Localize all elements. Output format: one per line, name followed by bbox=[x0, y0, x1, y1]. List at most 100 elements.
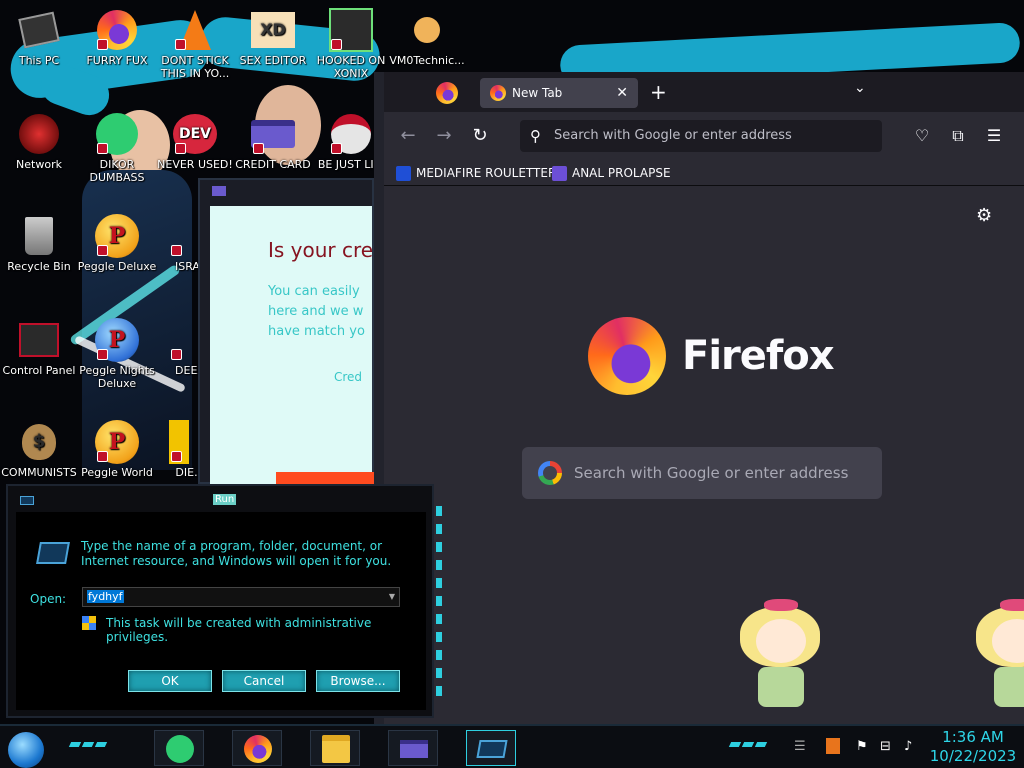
new-tab-page: ⚙ Firefox Search with Google or enter ad… bbox=[384, 187, 1024, 724]
list-all-tabs-button[interactable]: ⌄ bbox=[854, 80, 866, 96]
generic-app-icon bbox=[169, 420, 189, 464]
ok-button[interactable]: OK bbox=[128, 670, 212, 692]
volume-icon[interactable]: ♪ bbox=[904, 739, 912, 754]
desktop-icon-vm0technic[interactable]: VM0Technic... bbox=[385, 8, 469, 67]
bookmark-anal-prolapse[interactable]: ANAL PROLAPSE bbox=[552, 164, 671, 182]
peggle-icon: P bbox=[95, 420, 139, 464]
run-dialog: Run Type the name of a program, folder, … bbox=[6, 484, 442, 718]
taskbar-app-file-explorer[interactable] bbox=[310, 730, 360, 766]
desktop-icon-credit-card[interactable]: CREDIT CARD bbox=[231, 112, 315, 171]
tab-bar: New Tab ✕ + ⌄ bbox=[384, 72, 1024, 112]
desktop-icon-dikor-dumbass[interactable]: DIKOR DUMBASS bbox=[75, 112, 159, 184]
money-bag-icon: $ bbox=[17, 420, 61, 464]
search-input[interactable]: Search with Google or enter address bbox=[522, 447, 882, 499]
folder-icon bbox=[322, 735, 350, 763]
reload-button[interactable]: ↻ bbox=[466, 122, 494, 150]
open-input-value[interactable]: fydhyf bbox=[87, 590, 124, 603]
firefox-wordmark: Firefox bbox=[682, 333, 835, 379]
pocket-icon[interactable]: ♡ bbox=[910, 124, 934, 148]
star-butterfly-sticker bbox=[734, 597, 826, 723]
run-window-icon bbox=[20, 496, 34, 505]
desktop-icon-this-pc[interactable]: This PC bbox=[0, 8, 81, 67]
teal-frame-accent bbox=[436, 506, 442, 696]
background-window[interactable]: Is your cre You can easily here and we w… bbox=[198, 178, 374, 486]
firefox-window: New Tab ✕ + ⌄ ← → ↻ ⚲ Search with Google… bbox=[374, 72, 1024, 724]
run-description: Type the name of a program, folder, docu… bbox=[81, 539, 392, 568]
action-center-flag-icon[interactable]: ⚑ bbox=[856, 739, 868, 754]
desktop-icon-network[interactable]: Network bbox=[0, 112, 81, 171]
taskbar-app-chat[interactable] bbox=[154, 730, 204, 766]
firefox-icon bbox=[244, 735, 272, 763]
bookmarks-toolbar: MEDIAFIRE ROULETTER ANAL PROLAPSE bbox=[384, 160, 1024, 186]
url-bar[interactable]: ⚲ Search with Google or enter address bbox=[520, 120, 882, 152]
technician-person-icon bbox=[405, 8, 449, 52]
green-chat-icon bbox=[95, 112, 139, 156]
run-body: Type the name of a program, folder, docu… bbox=[16, 512, 426, 710]
computer-icon bbox=[17, 8, 61, 52]
open-combobox[interactable]: fydhyf ▼ bbox=[82, 587, 400, 607]
credit-link[interactable]: Cred bbox=[334, 370, 362, 384]
new-tab-button[interactable]: + bbox=[650, 78, 667, 106]
uac-shield-icon bbox=[82, 616, 96, 630]
credit-card-icon bbox=[400, 740, 428, 758]
back-button[interactable]: ← bbox=[394, 122, 422, 150]
url-placeholder: Search with Google or enter address bbox=[554, 128, 792, 143]
cancel-button[interactable]: Cancel bbox=[222, 670, 306, 692]
search-placeholder: Search with Google or enter address bbox=[574, 464, 849, 482]
desktop-icon-control-panel[interactable]: Control Panel bbox=[0, 318, 81, 377]
desktop-icon-deez[interactable]: DEEZ bbox=[135, 318, 205, 377]
visual-studio-icon bbox=[552, 166, 567, 181]
desktop-icon-communists[interactable]: $ COMMUNISTS bbox=[0, 420, 81, 479]
tab-label: New Tab bbox=[512, 86, 563, 100]
desktop-icon-never-used[interactable]: DEV NEVER USED! bbox=[153, 112, 237, 171]
clock-date: 10/22/2023 bbox=[929, 747, 1017, 765]
desktop-icon-hooked-on-xonix[interactable]: HOOKED ON XONIX bbox=[309, 8, 393, 80]
orange-button[interactable] bbox=[276, 472, 374, 484]
taskbar-app-credit-card[interactable] bbox=[388, 730, 438, 766]
firefox-view-icon[interactable] bbox=[436, 82, 458, 104]
desktop-icon-recycle-bin[interactable]: Recycle Bin bbox=[0, 214, 81, 273]
start-button[interactable] bbox=[8, 732, 44, 768]
chevron-down-icon[interactable]: ▼ bbox=[385, 588, 399, 606]
search-icon: ⚲ bbox=[530, 127, 541, 145]
generic-app-icon bbox=[169, 318, 189, 362]
forward-button[interactable]: → bbox=[430, 122, 458, 150]
firefox-icon bbox=[95, 8, 139, 52]
clock[interactable]: 1:36 AM 10/22/2023 bbox=[928, 728, 1018, 766]
xd-editor-icon: XD bbox=[251, 8, 295, 52]
gear-icon[interactable]: ⚙ bbox=[976, 205, 992, 226]
clock-time: 1:36 AM bbox=[942, 728, 1004, 746]
tab-new-tab[interactable]: New Tab ✕ bbox=[480, 78, 638, 108]
taskbar-app-run[interactable] bbox=[466, 730, 516, 766]
xonix-game-icon bbox=[329, 8, 373, 52]
desktop-icon-sex-editor[interactable]: XD SEX EDITOR bbox=[231, 8, 315, 67]
browse-button[interactable]: Browse... bbox=[316, 670, 400, 692]
dev-badge-icon: DEV bbox=[173, 112, 217, 156]
peggle-icon: P bbox=[95, 318, 139, 362]
control-panel-icon bbox=[17, 318, 61, 362]
show-hidden-icons[interactable]: ☰ bbox=[794, 739, 806, 754]
santa-icon bbox=[329, 112, 373, 156]
star-butterfly-sticker bbox=[970, 597, 1024, 723]
desktop-icon-dont-stick[interactable]: DONT STICK THIS IN YO... bbox=[153, 8, 237, 80]
network-tray-icon[interactable]: ⊟ bbox=[880, 739, 891, 754]
menu-icon[interactable]: ☰ bbox=[982, 124, 1006, 148]
credit-body-text: You can easily here and we w have match … bbox=[268, 284, 365, 339]
extensions-icon[interactable]: ⧉ bbox=[946, 124, 970, 148]
desktop-icon-israi[interactable]: ISRAI... bbox=[135, 214, 214, 273]
tray-app-icon[interactable] bbox=[826, 738, 840, 754]
vlc-cone-icon bbox=[173, 8, 217, 52]
open-label: Open: bbox=[30, 592, 67, 606]
taskbar: ☰ ⚑ ⊟ ♪ 1:36 AM 10/22/2023 bbox=[0, 724, 1024, 768]
run-title: Run bbox=[213, 494, 237, 505]
close-tab-icon[interactable]: ✕ bbox=[616, 78, 628, 108]
taskbar-app-firefox[interactable] bbox=[232, 730, 282, 766]
recycle-bin-icon bbox=[17, 214, 61, 258]
bookmark-mediafire[interactable]: MEDIAFIRE ROULETTER bbox=[396, 164, 556, 182]
desktop-icon-furry-fux[interactable]: FURRY FUX bbox=[75, 8, 159, 67]
admin-note: This task will be created with administr… bbox=[106, 616, 372, 644]
desktop-icon-die[interactable]: DIE... bbox=[135, 420, 205, 479]
network-icon bbox=[17, 112, 61, 156]
peggle-icon: P bbox=[95, 214, 139, 258]
taskbar-decoration bbox=[728, 742, 768, 748]
